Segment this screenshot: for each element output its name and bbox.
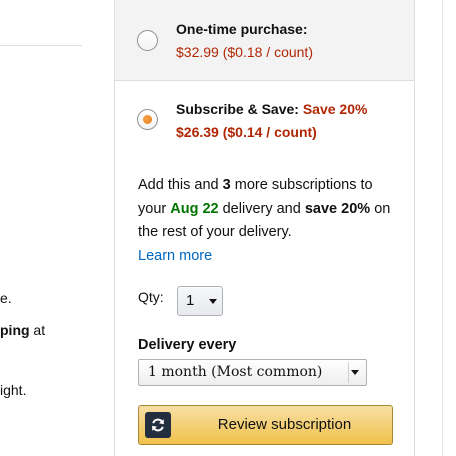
subscribe-save-radio[interactable] — [137, 109, 158, 130]
radio-selected-dot — [143, 115, 152, 124]
one-time-purchase-title: One-time purchase: — [176, 21, 308, 37]
one-time-purchase-option[interactable]: One-time purchase: $32.99 ($0.18 / count… — [115, 0, 414, 81]
qty-dropdown-arrow-icon — [209, 299, 217, 304]
qty-select[interactable]: 1 — [177, 286, 223, 316]
subscribe-save-percent: Save 20% — [302, 101, 368, 117]
subscribe-save-title: Subscribe & Save: Save 20% — [176, 101, 368, 117]
select-separator — [348, 362, 349, 383]
delivery-every-label: Delivery every — [138, 337, 237, 353]
left-divider — [0, 45, 82, 46]
qty-value: 1 — [186, 292, 195, 309]
left-text-fragment-2: ping at — [0, 322, 46, 338]
one-time-purchase-radio[interactable] — [137, 30, 158, 51]
subscription-promo-text: Add this and 3 more subscriptions to you… — [138, 177, 391, 264]
left-text-fragment-1: e. — [0, 290, 12, 306]
delivery-dropdown-arrow-icon — [351, 370, 359, 375]
review-subscription-label: Review subscription — [217, 416, 352, 433]
subscribe-save-price: $26.39 ($0.14 / count) — [176, 124, 317, 140]
refresh-icon — [145, 412, 171, 438]
delivery-frequency-select[interactable]: 1 month (Most common) — [138, 359, 367, 386]
subscription-buybox: One-time purchase: $32.99 ($0.18 / count… — [114, 0, 415, 456]
learn-more-link[interactable]: Learn more — [138, 248, 212, 264]
delivery-frequency-value: 1 month (Most common) — [148, 364, 323, 380]
qty-label: Qty: — [138, 289, 164, 305]
delivery-date: Aug 22 — [170, 200, 219, 217]
review-subscription-button[interactable]: Review subscription — [138, 405, 393, 445]
one-time-purchase-price: $32.99 ($0.18 / count) — [176, 44, 313, 60]
left-text-fragment-3: ight. — [0, 382, 27, 398]
right-edge-divider — [442, 0, 443, 456]
